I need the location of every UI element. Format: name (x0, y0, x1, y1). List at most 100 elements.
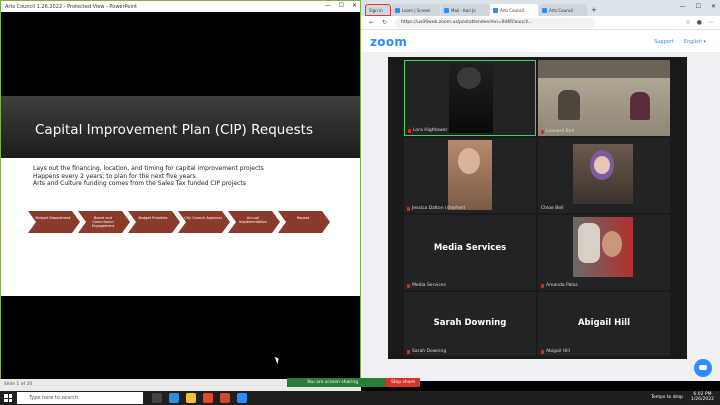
minimize-icon[interactable]: — (680, 3, 686, 10)
tab-loom[interactable]: Loom | Screen (392, 4, 440, 16)
menu-icon[interactable]: ⋯ (708, 19, 714, 26)
tab-arts-council-active[interactable]: Arts Council (490, 4, 538, 16)
process-chevrons: Budget Department Board and Commission E… (28, 211, 330, 233)
ppt-window-title: Arts Council 1.26.2022 - Protected View … (5, 4, 137, 10)
close-icon[interactable]: ✕ (352, 2, 357, 9)
close-icon[interactable]: ✕ (711, 3, 716, 10)
screen: Arts Council 1.26.2022 - Protected View … (0, 0, 720, 405)
muted-mic-icon (407, 349, 410, 354)
zoom-header-links: Support English ▾ (654, 39, 706, 45)
participant-display-name: Abigail Hill (577, 318, 631, 328)
stop-share-button[interactable]: Stop share (385, 378, 420, 387)
tab-sign-in[interactable]: Sign in (365, 4, 391, 16)
participant-tile[interactable]: Abigail Hill Abigail Hill (538, 292, 670, 356)
participant-name: Abigail Hill (541, 349, 570, 354)
browser-window: Sign in Loom | Screen Mail - Kari Jo Art… (361, 0, 720, 381)
participant-tile[interactable]: Chloe Bell (538, 138, 670, 213)
participant-name: Media Services (407, 283, 446, 288)
file-explorer-icon[interactable] (186, 393, 196, 403)
support-link[interactable]: Support (654, 39, 674, 45)
address-bar: ← ↻ https://us06web.zoom.us/postattendee… (361, 16, 720, 30)
muted-mic-icon (541, 129, 544, 134)
zoom-icon (542, 7, 547, 13)
participant-tile[interactable]: Sarah Downing Sarah Downing (404, 292, 536, 356)
tab-arts-council[interactable]: Arts Council (539, 4, 587, 16)
slide-bullets: Lays out the financing, location, and ti… (33, 165, 264, 188)
clock[interactable]: 6:02 PM 1/26/2022 (691, 392, 714, 402)
zoom-header: zoom Support English ▾ (361, 30, 720, 52)
tab-mail[interactable]: Mail - Kari Jo (441, 4, 489, 16)
muted-mic-icon (407, 206, 410, 211)
bullet: Lays out the financing, location, and ti… (33, 165, 264, 172)
loom-icon (395, 7, 400, 13)
participant-tile[interactable]: Leonard Bell (538, 60, 670, 136)
share-status: You are screen sharing (307, 380, 359, 385)
bullet: Arts and Culture funding comes from the … (33, 180, 246, 187)
process-step: Repeat (278, 211, 330, 233)
muted-mic-icon (541, 283, 544, 288)
chevron-shape (28, 211, 80, 233)
muted-mic-icon (541, 349, 544, 354)
maximize-icon[interactable]: ☐ (696, 3, 701, 10)
participant-video (602, 231, 622, 257)
participant-video (578, 223, 600, 263)
ppt-window-controls: — ☐ ✕ (325, 2, 357, 9)
taskbar-search-input[interactable]: Type here to search (17, 392, 143, 404)
powerpoint-icon[interactable] (220, 393, 230, 403)
participant-video (458, 148, 480, 174)
powerpoint-window: Arts Council 1.26.2022 - Protected View … (0, 0, 361, 381)
browser-extensions: ☆ ● ⋯ (685, 19, 714, 26)
slide-counter: Slide 1 of 20 (4, 382, 33, 387)
muted-mic-icon (408, 128, 411, 133)
system-tray: Temps to drop 6:02 PM 1/26/2022 (651, 392, 714, 402)
windows-start-icon[interactable] (4, 394, 12, 402)
process-step: Annual Implementation (228, 211, 280, 233)
url-field[interactable]: https://us06web.zoom.us/postattendee/mn=… (395, 18, 595, 28)
slide-title: Capital Improvement Plan (CIP) Requests (35, 122, 313, 138)
participant-tile[interactable]: Amanda Palos (538, 215, 670, 290)
maximize-icon[interactable]: ☐ (339, 2, 344, 9)
mouse-cursor-icon (274, 355, 281, 365)
edge-icon[interactable] (169, 393, 179, 403)
participant-video (558, 90, 580, 120)
chrome-icon[interactable] (203, 393, 213, 403)
participant-name: Lora Hightower (408, 128, 447, 133)
participant-name: Chloe Bell (541, 206, 564, 211)
participant-video (594, 156, 610, 174)
task-view-icon[interactable] (152, 393, 162, 403)
gallery-view: Lora Hightower Leonard Bell Jessica Dalt… (388, 57, 687, 359)
minimize-icon[interactable]: — (325, 2, 331, 9)
refresh-icon[interactable]: ↻ (382, 19, 387, 26)
participant-display-name: Media Services (433, 243, 507, 253)
participant-tile[interactable]: Media Services Media Services (404, 215, 536, 290)
nav-buttons: ← ↻ (369, 19, 387, 26)
chevron-shape (128, 211, 180, 233)
participant-name: Leonard Bell (541, 129, 574, 134)
profile-icon[interactable]: ● (697, 19, 702, 26)
mail-icon (444, 7, 449, 13)
weather-widget[interactable]: Temps to drop (651, 395, 683, 400)
muted-mic-icon (407, 283, 410, 288)
zoom-app-icon[interactable] (237, 393, 247, 403)
zoom-body: Lora Hightower Leonard Bell Jessica Dalt… (361, 52, 720, 381)
new-tab-icon[interactable]: + (591, 6, 597, 16)
ppt-title-bar: Arts Council 1.26.2022 - Protected View … (1, 1, 360, 12)
zoom-icon (493, 7, 498, 13)
taskbar: Type here to search Temps to drop 6:02 P… (0, 391, 720, 405)
slide-header: Capital Improvement Plan (CIP) Requests (1, 96, 360, 158)
zoom-logo[interactable]: zoom (370, 35, 407, 49)
star-icon[interactable]: ☆ (685, 19, 690, 26)
slide: Capital Improvement Plan (CIP) Requests … (1, 96, 360, 296)
participant-tile[interactable]: Lora Hightower (404, 60, 536, 136)
participant-video (457, 67, 481, 89)
browser-window-controls: — ☐ ✕ (680, 3, 716, 10)
chat-help-icon[interactable] (694, 359, 712, 377)
language-link[interactable]: English ▾ (684, 39, 706, 45)
tab-bar: Sign in Loom | Screen Mail - Kari Jo Art… (361, 0, 720, 16)
back-icon[interactable]: ← (369, 19, 374, 26)
participant-name: Jessica Dalton (she/her) (407, 206, 465, 211)
participant-tile[interactable]: Jessica Dalton (she/her) (404, 138, 536, 213)
screen-share-bar: You are screen sharing Stop share (287, 378, 420, 387)
participant-name: Amanda Palos (541, 283, 578, 288)
participant-display-name: Sarah Downing (433, 318, 507, 328)
